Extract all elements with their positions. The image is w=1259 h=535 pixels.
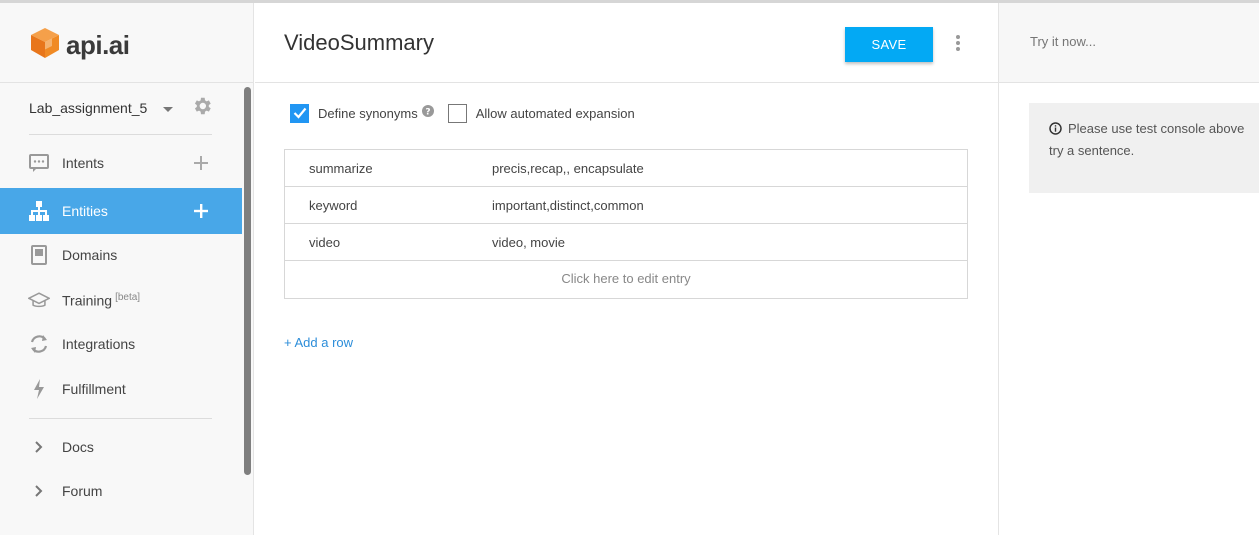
entry-synonyms[interactable]: precis,recap,, encapsulate: [492, 161, 644, 176]
chevron-right-icon: [28, 436, 50, 458]
main-header: VideoSummary SAVE: [255, 3, 998, 83]
sync-icon: [28, 333, 50, 355]
allow-expansion-checkbox[interactable]: [447, 103, 467, 123]
sidebar-item-label: Forum: [62, 483, 103, 499]
sidebar-item-entities[interactable]: Entities: [0, 188, 242, 234]
sidebar-item-label: Integrations: [62, 336, 136, 352]
entry-row[interactable]: keyword important,distinct,common: [285, 187, 967, 224]
sidebar-scrollbar[interactable]: [244, 87, 251, 475]
add-intent-icon[interactable]: [192, 154, 210, 172]
hierarchy-icon: [28, 200, 50, 222]
agent-name: Lab_assignment_5: [29, 100, 148, 116]
sidebar-item-training[interactable]: Training [beta]: [0, 277, 242, 323]
entry-synonyms[interactable]: important,distinct,common: [492, 198, 644, 213]
logo-text: api.ai: [66, 29, 130, 60]
sidebar-item-label: Domains: [62, 247, 118, 263]
allow-expansion-label: Allow automated expansion: [475, 105, 635, 121]
help-icon[interactable]: ?: [421, 104, 434, 122]
entry-value[interactable]: video: [309, 235, 340, 250]
main-content: VideoSummary SAVE Define synonyms ? Allo…: [255, 3, 998, 535]
more-vert-icon[interactable]: [954, 34, 962, 52]
try-it-input[interactable]: [1030, 34, 1230, 49]
chat-icon: [28, 152, 50, 174]
sidebar: api.ai Lab_assignment_5 Intents Entities: [0, 3, 254, 535]
logo-cube-icon: [28, 26, 62, 65]
entry-value[interactable]: summarize: [309, 161, 373, 176]
beta-badge: [beta]: [115, 291, 141, 303]
entry-synonyms[interactable]: video, movie: [492, 235, 565, 250]
entries-table: summarize precis,recap,, encapsulate key…: [284, 149, 968, 299]
sidebar-item-label: Docs: [62, 439, 94, 455]
edit-entry-placeholder[interactable]: Click here to edit entry: [285, 261, 967, 298]
sidebar-item-label: Fulfillment: [62, 381, 126, 397]
entry-row[interactable]: summarize precis,recap,, encapsulate: [285, 150, 967, 187]
sidebar-item-intents[interactable]: Intents: [0, 140, 242, 186]
divider: [0, 82, 253, 83]
add-entity-icon[interactable]: [192, 202, 210, 220]
sidebar-item-label: Training: [62, 292, 113, 309]
save-button[interactable]: SAVE: [845, 27, 933, 62]
graduation-cap-icon: [28, 289, 50, 311]
sidebar-item-label: Intents: [62, 155, 105, 171]
sidebar-item-label-wrap: Training [beta]: [62, 292, 140, 309]
logo[interactable]: api.ai: [28, 25, 130, 65]
define-synonyms-checkbox[interactable]: [290, 103, 309, 123]
chevron-right-icon: [28, 480, 50, 502]
info-text-line1: Please use test console above: [1068, 121, 1245, 136]
sidebar-item-domains[interactable]: Domains: [0, 232, 242, 278]
add-row-link[interactable]: + Add a row: [284, 335, 353, 350]
sidebar-item-integrations[interactable]: Integrations: [0, 321, 242, 367]
sidebar-item-docs[interactable]: Docs: [0, 424, 242, 470]
entry-value[interactable]: keyword: [309, 198, 357, 213]
test-console: Please use test console above try a sent…: [998, 3, 1259, 535]
lightning-icon: [28, 378, 50, 400]
caret-down-icon[interactable]: [163, 107, 174, 112]
sidebar-item-forum[interactable]: Forum: [0, 468, 242, 514]
page-title[interactable]: VideoSummary: [284, 30, 434, 56]
svg-text:?: ?: [425, 108, 430, 118]
info-message: Please use test console above try a sent…: [1049, 119, 1259, 161]
sidebar-item-label: Entities: [62, 203, 108, 219]
sidebar-item-fulfillment[interactable]: Fulfillment: [0, 366, 242, 412]
define-synonyms-label: Define synonyms: [318, 105, 418, 121]
divider: [29, 418, 212, 419]
entry-row[interactable]: video video, movie: [285, 224, 967, 261]
gear-icon[interactable]: [191, 95, 213, 122]
info-icon: [1049, 121, 1062, 141]
agent-selector[interactable]: Lab_assignment_5: [29, 95, 219, 121]
book-icon: [28, 244, 50, 266]
entity-options: Define synonyms ? Allow automated expans…: [290, 102, 635, 124]
divider: [29, 134, 212, 135]
console-info-box: Please use test console above try a sent…: [1029, 103, 1259, 193]
info-text-line2: try a sentence.: [1049, 143, 1135, 158]
console-header: [999, 3, 1259, 83]
